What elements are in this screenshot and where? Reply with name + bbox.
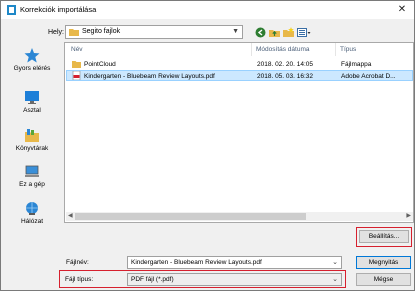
file-name: Kindergarten - Bluebeam Review Layouts.p… <box>84 73 215 80</box>
location-value: Segito fajlok <box>82 28 121 35</box>
view-menu-icon[interactable] <box>297 27 311 38</box>
file-type: Fájlmappa <box>341 61 372 68</box>
column-name[interactable]: Név <box>71 46 83 53</box>
column-date[interactable]: Módosítás dátuma <box>256 46 309 53</box>
chevron-down-icon: ▼ <box>232 28 239 35</box>
navigation-toolbar <box>255 26 311 38</box>
file-type: Adobe Acrobat D... <box>341 73 396 80</box>
place-desktop[interactable]: Asztal <box>3 90 61 114</box>
computer-icon <box>25 165 39 177</box>
cancel-button[interactable]: Mégse <box>356 273 411 286</box>
file-list[interactable]: Név Módosítás dátuma Típus PointCloud 20… <box>64 42 414 223</box>
pdf-icon <box>72 71 81 80</box>
scroll-left-icon[interactable]: ◀ <box>68 212 73 219</box>
folder-icon <box>69 29 79 36</box>
window-title: Korrekciók importálása <box>20 5 97 14</box>
star-icon <box>24 48 40 63</box>
file-row-kindergarten[interactable]: Kindergarten - Bluebeam Review Layouts.p… <box>66 70 413 81</box>
up-folder-icon[interactable] <box>269 27 280 38</box>
place-label: Hálózat <box>20 218 44 225</box>
chevron-down-icon[interactable]: ⌄ <box>332 258 338 266</box>
filetype-value: PDF fájl (*.pdf) <box>131 276 174 283</box>
file-date: 2018. 02. 20. 14:05 <box>257 61 314 68</box>
new-folder-icon[interactable] <box>283 26 294 38</box>
open-button[interactable]: Megnyitás <box>356 256 411 269</box>
horizontal-scrollbar[interactable]: ◀ ▶ <box>66 212 413 221</box>
place-quick-access[interactable]: Gyors elérés <box>3 48 61 72</box>
scroll-right-icon[interactable]: ▶ <box>406 212 411 219</box>
desktop-icon <box>25 91 39 104</box>
app-icon <box>7 5 16 15</box>
location-label: Hely: <box>48 29 64 36</box>
place-label: Gyors elérés <box>13 65 51 72</box>
file-list-header: Név Módosítás dátuma Típus <box>65 43 413 56</box>
close-icon[interactable]: ✕ <box>396 4 408 16</box>
place-label: Könyvtárak <box>15 145 49 152</box>
settings-button[interactable]: Beállítás... <box>359 230 409 243</box>
libraries-icon <box>25 129 39 142</box>
place-this-pc[interactable]: Ez a gép <box>3 164 61 188</box>
place-network[interactable]: Hálózat <box>3 201 61 225</box>
file-date: 2018. 05. 03. 16:32 <box>257 73 314 80</box>
import-dialog: Korrekciók importálása ✕ Hely: Segito fa… <box>0 0 415 291</box>
file-name: PointCloud <box>84 61 116 68</box>
filename-value: Kindergarten - Bluebeam Review Layouts.p… <box>131 259 262 266</box>
place-label: Ez a gép <box>19 181 45 188</box>
network-icon <box>26 202 38 215</box>
place-libraries[interactable]: Könyvtárak <box>3 128 61 152</box>
column-type[interactable]: Típus <box>340 46 356 53</box>
places-bar: Gyors elérés Asztal Könyvtárak Ez a gép … <box>3 43 61 243</box>
location-dropdown[interactable]: Segito fajlok ▼ <box>65 25 243 39</box>
title-bar: Korrekciók importálása ✕ <box>1 1 414 19</box>
file-row-pointcloud[interactable]: PointCloud 2018. 02. 20. 14:05 Fájlmappa <box>66 59 413 70</box>
place-label: Asztal <box>23 107 41 114</box>
filename-label: Fájlnév: <box>66 259 89 266</box>
back-icon[interactable] <box>255 27 266 38</box>
scrollbar-thumb[interactable] <box>75 213 306 220</box>
filename-field[interactable]: Kindergarten - Bluebeam Review Layouts.p… <box>127 256 342 269</box>
folder-icon <box>72 61 81 68</box>
filetype-dropdown[interactable]: PDF fájl (*.pdf) ⌄ <box>127 273 342 286</box>
filetype-label: Fájl típus: <box>65 276 94 283</box>
chevron-down-icon[interactable]: ⌄ <box>332 275 338 283</box>
